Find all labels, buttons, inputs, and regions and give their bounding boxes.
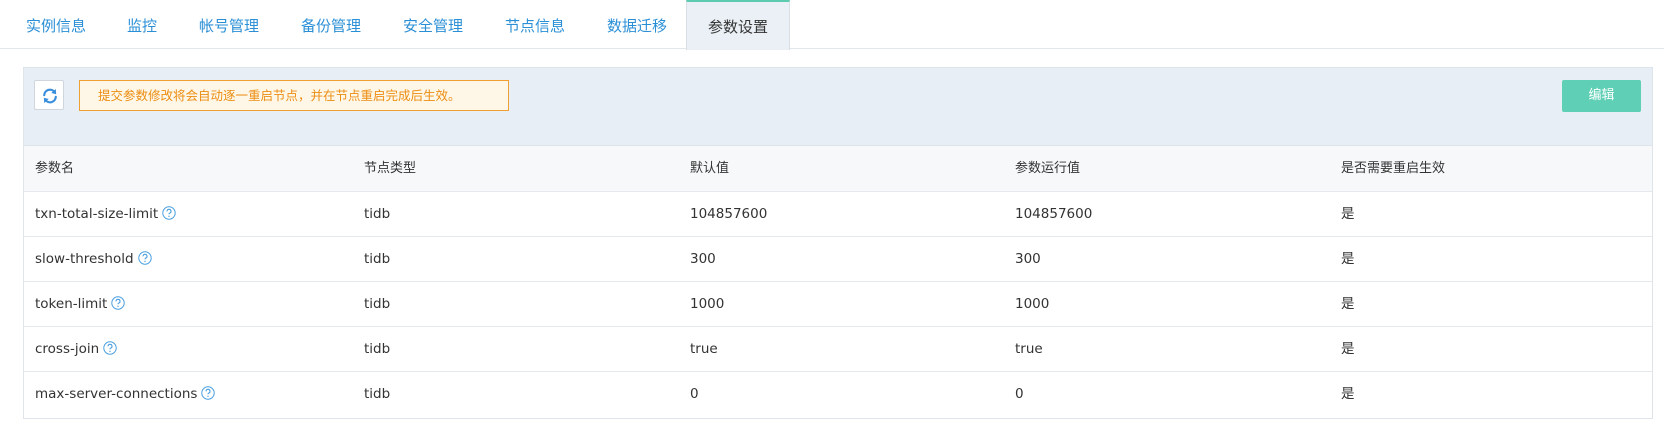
node-type-cell: tidb <box>364 206 391 222</box>
column-header-restart-required: 是否需要重启生效 <box>1341 161 1446 176</box>
edit-button[interactable]: 编辑 <box>1562 80 1641 112</box>
node-type-cell: tidb <box>364 296 391 312</box>
param-name-cell: cross-join <box>35 327 117 372</box>
node-type-cell: tidb <box>364 341 391 357</box>
toolbar: 提交参数修改将会自动逐一重启节点，并在节点重启完成后生效。 编辑 <box>24 68 1652 146</box>
tab-node-info[interactable]: 节点信息 <box>505 0 565 49</box>
default-value-cell: true <box>690 341 718 357</box>
param-name: cross-join <box>35 341 100 357</box>
param-name: txn-total-size-limit <box>35 206 159 222</box>
parameter-panel: 提交参数修改将会自动逐一重启节点，并在节点重启完成后生效。 编辑 参数名 节点类… <box>23 67 1653 419</box>
table-header-row: 参数名 节点类型 默认值 参数运行值 是否需要重启生效 <box>24 146 1652 192</box>
tab-security-management[interactable]: 安全管理 <box>403 0 463 49</box>
tab-monitoring[interactable]: 监控 <box>127 0 157 49</box>
default-value-cell: 300 <box>690 251 716 267</box>
restart-notice: 提交参数修改将会自动逐一重启节点，并在节点重启完成后生效。 <box>79 80 509 111</box>
help-icon[interactable] <box>162 205 176 220</box>
help-icon[interactable] <box>103 340 117 355</box>
param-name-cell: token-limit <box>35 282 126 327</box>
running-value-cell: true <box>1015 341 1043 357</box>
param-name: token-limit <box>35 296 108 312</box>
param-name-cell: slow-threshold <box>35 237 152 282</box>
tab-account-management[interactable]: 帐号管理 <box>199 0 259 49</box>
tab-backup-management[interactable]: 备份管理 <box>301 0 361 49</box>
column-header-node-type: 节点类型 <box>364 161 417 176</box>
tab-data-migration[interactable]: 数据迁移 <box>607 0 667 49</box>
restart-required-cell: 是 <box>1341 386 1355 402</box>
param-name-cell: max-server-connections <box>35 372 216 417</box>
table-row: max-server-connections tidb 0 0 是 <box>24 372 1652 417</box>
table-row: cross-join tidb true true 是 <box>24 327 1652 372</box>
help-icon[interactable] <box>111 295 126 310</box>
restart-required-cell: 是 <box>1341 296 1355 312</box>
column-header-running-value: 参数运行值 <box>1015 161 1081 176</box>
running-value-cell: 300 <box>1015 251 1041 267</box>
default-value-cell: 1000 <box>690 296 725 312</box>
restart-required-cell: 是 <box>1341 341 1355 357</box>
refresh-icon <box>43 88 57 104</box>
default-value-cell: 104857600 <box>690 206 768 222</box>
running-value-cell: 1000 <box>1015 296 1050 312</box>
running-value-cell: 104857600 <box>1015 206 1093 222</box>
tab-bar: 实例信息 监控 帐号管理 备份管理 安全管理 节点信息 数据迁移 参数设置 <box>0 0 1664 50</box>
help-icon[interactable] <box>201 385 216 400</box>
refresh-button[interactable] <box>34 80 64 110</box>
running-value-cell: 0 <box>1015 386 1024 402</box>
table-row: token-limit tidb 1000 1000 是 <box>24 282 1652 327</box>
tab-instance-info[interactable]: 实例信息 <box>26 0 86 49</box>
param-name: max-server-connections <box>35 386 198 402</box>
help-icon[interactable] <box>137 250 152 265</box>
restart-required-cell: 是 <box>1341 251 1355 267</box>
table-row: slow-threshold tidb 300 300 是 <box>24 237 1652 282</box>
default-value-cell: 0 <box>690 386 699 402</box>
parameter-table: 参数名 节点类型 默认值 参数运行值 是否需要重启生效 txn-total-si… <box>24 146 1652 417</box>
node-type-cell: tidb <box>364 251 391 267</box>
tab-parameter-settings[interactable]: 参数设置 <box>686 0 790 50</box>
param-name: slow-threshold <box>35 251 134 267</box>
node-type-cell: tidb <box>364 386 391 402</box>
restart-required-cell: 是 <box>1341 206 1355 222</box>
column-header-default-value: 默认值 <box>690 161 730 176</box>
table-row: txn-total-size-limit tidb 104857600 1048… <box>24 192 1652 237</box>
column-header-param-name: 参数名 <box>35 161 75 176</box>
param-name-cell: txn-total-size-limit <box>35 192 176 237</box>
